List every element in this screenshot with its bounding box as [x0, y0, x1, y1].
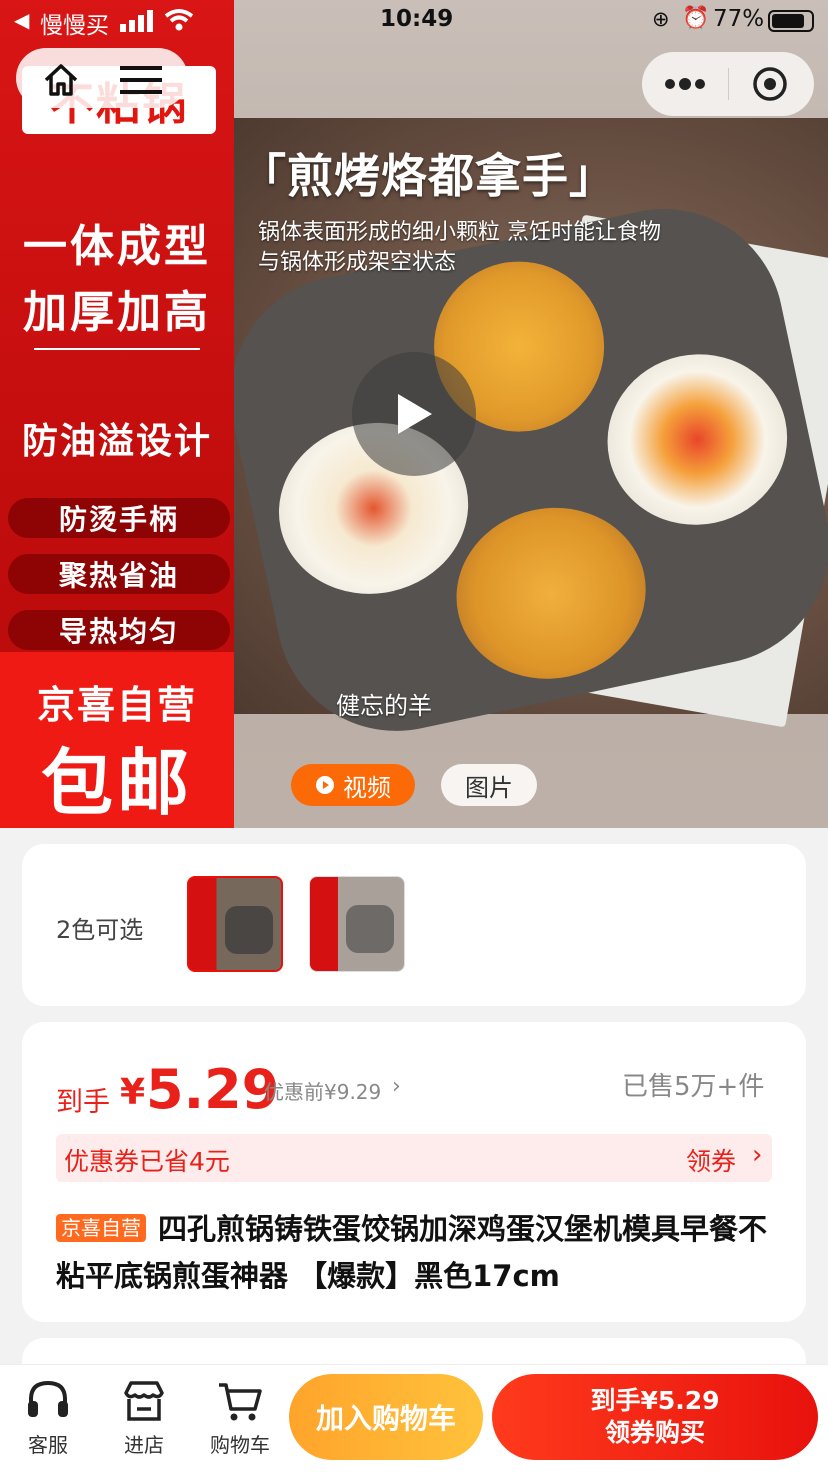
- currency-symbol: ¥: [120, 1072, 146, 1113]
- price-info-card: 到手 ¥ 5.29 优惠前¥9.29 › 已售5万+件 优惠券已省4元 领券 ›…: [22, 1022, 806, 1322]
- clock: 10:49: [380, 6, 454, 32]
- photo-subtitle-1: 锅体表面形成的细小颗粒 烹饪时能让食物: [258, 220, 661, 245]
- coupon-saved-text: 优惠券已省4元: [64, 1147, 230, 1176]
- cart-icon: [219, 1383, 262, 1421]
- promo-line-1: 一体成型: [23, 221, 211, 272]
- original-price[interactable]: 优惠前¥9.29: [264, 1076, 381, 1105]
- sold-count: 已售5万+件: [622, 1072, 765, 1102]
- pan-cell: [591, 337, 804, 542]
- get-coupon-link[interactable]: 领券: [686, 1142, 736, 1178]
- enter-store-button[interactable]: 进店: [104, 1379, 184, 1458]
- miniprogram-capsule: [642, 52, 814, 116]
- home-icon[interactable]: [42, 62, 80, 98]
- photo-subtitle-2: 与锅体形成架空状态: [258, 250, 457, 275]
- pan-cell: [440, 490, 662, 697]
- feature-pill: 导热均匀: [8, 610, 230, 650]
- thumb-pan: [225, 906, 273, 954]
- play-video-button[interactable]: [352, 352, 476, 476]
- feature-pill: 聚热省油: [8, 554, 230, 594]
- thumb-pan: [346, 905, 394, 953]
- close-miniprogram-icon[interactable]: [752, 66, 788, 102]
- tab-video[interactable]: 视频: [291, 764, 415, 806]
- signal-icon: [120, 10, 153, 32]
- video-author: 健忘的羊: [336, 692, 432, 720]
- buy-action-line: 领券购买: [604, 1418, 705, 1447]
- feature-pill: 防烫手柄: [8, 498, 230, 538]
- wifi-icon: [164, 9, 194, 31]
- play-icon: [398, 394, 432, 434]
- color-thumb-selected[interactable]: [187, 876, 283, 972]
- product-title-block: 京喜自营 四孔煎锅铸铁蛋饺锅加深鸡蛋汉堡机模具早餐不粘平底锅煎蛋神器 【爆款】黑色…: [56, 1206, 776, 1300]
- back-app-label[interactable]: 慢慢买: [40, 6, 109, 40]
- cart-button[interactable]: 购物车: [200, 1379, 280, 1458]
- cart-label: 购物车: [210, 1433, 270, 1457]
- customer-service-label: 客服: [28, 1433, 68, 1457]
- tab-image-label: 图片: [465, 773, 513, 802]
- store-icon: [124, 1381, 164, 1421]
- battery-percent: 77%: [713, 6, 765, 32]
- status-bar: ◀ 慢慢买 10:49 ⊕ ⏰ 77%: [0, 0, 828, 42]
- tab-image[interactable]: 图片: [441, 764, 537, 806]
- add-to-cart-button[interactable]: 加入购物车: [289, 1374, 483, 1460]
- coupon-bar[interactable]: 优惠券已省4元 领券 ›: [56, 1134, 772, 1182]
- alarm-icon: ⏰: [682, 6, 710, 31]
- color-count-label: 2色可选: [56, 916, 144, 944]
- chevron-right-icon[interactable]: ›: [752, 1140, 762, 1170]
- product-media-area[interactable]: 「煎烤烙都拿手」 锅体表面形成的细小颗粒 烹饪时能让食物 与锅体形成架空状态 健…: [0, 0, 828, 828]
- free-shipping-label: 包邮: [40, 741, 193, 825]
- more-icon[interactable]: [664, 74, 706, 94]
- price-value: 5.29: [146, 1058, 280, 1121]
- back-arrow-icon[interactable]: ◀: [14, 8, 29, 32]
- self-operated-tag: 京喜自营: [56, 1214, 146, 1242]
- color-thumb[interactable]: [309, 876, 405, 972]
- capsule-divider: [728, 68, 729, 100]
- battery-icon: [768, 10, 814, 32]
- enter-store-label: 进店: [124, 1433, 164, 1457]
- chevron-right-icon[interactable]: ›: [392, 1074, 401, 1099]
- promo-divider: [34, 348, 200, 350]
- headset-icon: [28, 1380, 68, 1417]
- play-circle-icon: [316, 776, 334, 794]
- orientation-lock-icon: ⊕: [652, 7, 670, 31]
- price-label: 到手: [56, 1087, 110, 1118]
- promo-line-2: 加厚加高: [23, 287, 211, 338]
- menu-icon[interactable]: [120, 64, 162, 96]
- photo-title: 「煎烤烙都拿手」: [240, 149, 616, 203]
- coupon-buy-button[interactable]: 到手¥5.29 领券购买: [492, 1374, 818, 1460]
- self-operated-label: 京喜自营: [36, 683, 197, 727]
- customer-service-button[interactable]: 客服: [8, 1379, 88, 1458]
- color-options-card[interactable]: 2色可选: [22, 844, 806, 1006]
- promo-line-3: 防油溢设计: [21, 421, 212, 462]
- buy-price-line: 到手¥5.29: [590, 1386, 720, 1415]
- product-title: 四孔煎锅铸铁蛋饺锅加深鸡蛋汉堡机模具早餐不粘平底锅煎蛋神器 【爆款】黑色17cm: [56, 1212, 768, 1293]
- tab-video-label: 视频: [343, 773, 391, 802]
